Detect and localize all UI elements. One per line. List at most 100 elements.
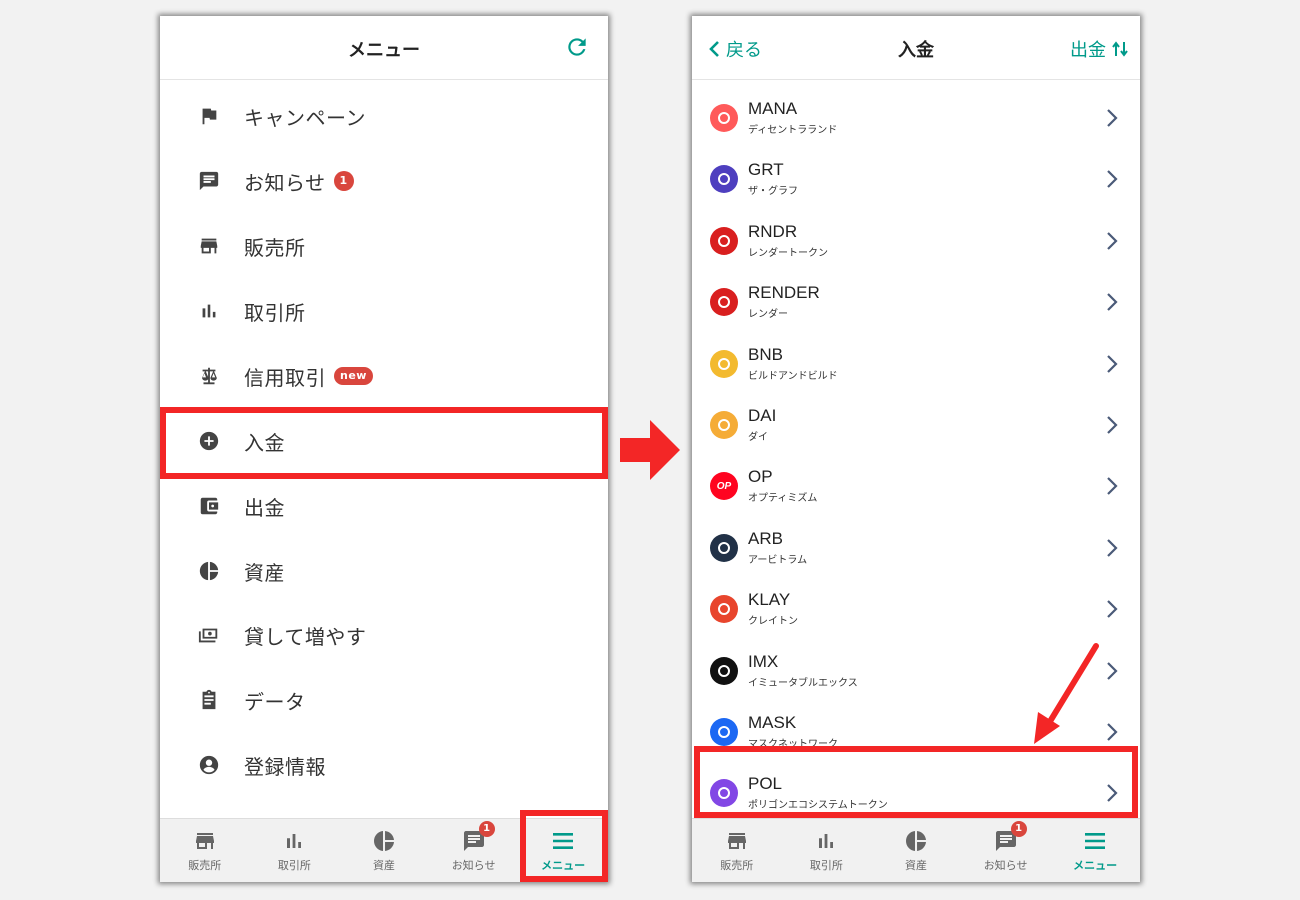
bnb-logo-icon [710,349,738,378]
coin-symbol: GRT [748,160,784,180]
pie-chart-icon [199,561,219,581]
notification-badge: 1 [1010,820,1027,837]
tab-icon-wrap: 1 [461,820,495,853]
coin-row-bnb[interactable]: BNB ビルドアンドビルド [692,334,1140,395]
menu-item-data[interactable]: データ [160,670,608,730]
tab-assets[interactable]: 資産 [339,819,429,882]
coin-name: ザ・グラフ [748,186,798,198]
imx-logo-icon [710,656,738,685]
coin-name: レンダー [748,309,788,321]
chevron-right-icon [1107,170,1118,189]
coin-row-grt[interactable]: GRT ザ・グラフ [692,149,1140,210]
menu-item-label: キャンペーン [244,105,366,130]
logo-mark [718,234,730,247]
arrow-down-left-icon [1034,643,1099,744]
arb-logo-icon [710,533,738,562]
tab-exchange[interactable]: 取引所 [250,819,340,882]
tab-label: 販売所 [720,858,754,872]
menu-item-assets[interactable]: 資産 [160,541,608,601]
menu-item-exchange[interactable]: 取引所 [160,281,608,341]
menu-item-withdraw[interactable]: 出金 [160,476,608,536]
coin-name: レンダートークン [748,247,828,259]
bar-chart-icon [819,833,834,848]
logo-mark [718,419,730,431]
tab-label: 取引所 [809,858,843,872]
menu-item-campaign[interactable]: キャンペーン [160,86,608,146]
coin-name: ダイ [748,432,768,443]
tab-label: 販売所 [188,858,222,872]
coin-row-klay[interactable]: KLAY クレイトン [692,579,1140,640]
coin-symbol: RENDER [748,283,820,303]
chevron-right-icon [1107,539,1118,557]
coin-row-rndr[interactable]: RNDR レンダートークン [692,211,1140,272]
coin-name: オプティミズム [748,493,818,505]
coin-row-op[interactable]: OP OP オプティミズム [692,456,1140,517]
op-logo-icon: OP [710,472,738,501]
tab-news[interactable]: 1 お知らせ [961,819,1051,882]
coin-symbol: BNB [748,344,783,364]
tab-assets[interactable]: 資産 [871,819,961,882]
swap-vertical-icon [1112,41,1128,57]
store-icon [727,832,746,849]
tab-label: 取引所 [277,858,311,872]
menu-item-news[interactable]: お知らせ 1 [160,151,608,211]
coin-row-render[interactable]: RENDER レンダー [692,272,1140,333]
coin-symbol: OP [748,467,773,487]
klay-logo-icon [710,595,738,624]
refresh-icon[interactable] [564,34,590,60]
chevron-right-icon [1107,661,1118,680]
coin-row-arb[interactable]: ARB アービトラム [692,518,1140,579]
chevron-right-icon [1107,600,1118,618]
menu-item-label: 販売所 [244,235,306,260]
coin-symbol: KLAY [748,590,791,610]
chevron-right-icon [1107,723,1118,741]
coin-name: アービトラム [748,554,808,566]
notification-badge: 1 [333,171,354,191]
clipboard-icon [202,689,216,710]
chevron-right-icon [1107,416,1118,434]
coin-symbol: MASK [748,713,797,732]
withdraw-link[interactable]: 出金 [1070,36,1128,62]
logo-mark [718,357,730,370]
coin-name: ビルドアンドビルド [748,370,838,382]
hamburger-icon [1085,832,1106,849]
menu-item-label: 資産 [244,560,285,585]
mask-logo-icon [710,718,738,746]
coin-name: クレイトン [748,616,798,628]
tab-menu[interactable]: メニュー [1050,819,1140,882]
tab-label: メニュー [1073,858,1118,872]
tab-label: お知らせ [451,858,496,872]
store-icon [195,832,214,849]
logo-text: OP [716,480,732,492]
arrow-right-icon [620,420,680,480]
wallet-icon [200,497,219,515]
tab-sales[interactable]: 販売所 [160,819,250,882]
menu-item-sales[interactable]: 販売所 [160,216,608,276]
coin-row-dai[interactable]: DAI ダイ [692,395,1140,456]
coin-name: イミュータブルエックス [748,677,858,689]
tab-exchange[interactable]: 取引所 [782,819,872,882]
menu-item-margin[interactable]: 信用取引 new [160,346,608,406]
tab-label: 資産 [904,858,927,872]
bar-chart-icon [202,304,216,318]
logo-mark [718,173,730,186]
new-badge: new [334,367,373,385]
coin-symbol: DAI [748,406,777,425]
rndr-logo-icon [710,226,738,255]
chevron-right-icon [1107,293,1118,311]
menu-header: メニュー [160,16,608,80]
withdraw-label: 出金 [1070,40,1106,61]
scale-icon [202,367,217,385]
dai-logo-icon [710,411,738,439]
account-circle-icon [199,755,219,775]
tab-news[interactable]: 1 お知らせ [429,819,519,882]
chevron-right-icon [1107,477,1118,496]
menu-item-profile[interactable]: 登録情報 [160,735,608,795]
menu-item-lending[interactable]: 貸して増やす [160,605,608,665]
tab-sales[interactable]: 販売所 [692,819,782,882]
logo-mark [718,664,730,677]
logo-mark [718,541,730,554]
bottom-tabbar: 販売所 取引所 資産 1 お知らせ メニュー [692,818,1140,882]
coin-row-mana[interactable]: MANA ディセントラランド [692,88,1140,149]
highlight-deposit-menu [160,407,608,479]
